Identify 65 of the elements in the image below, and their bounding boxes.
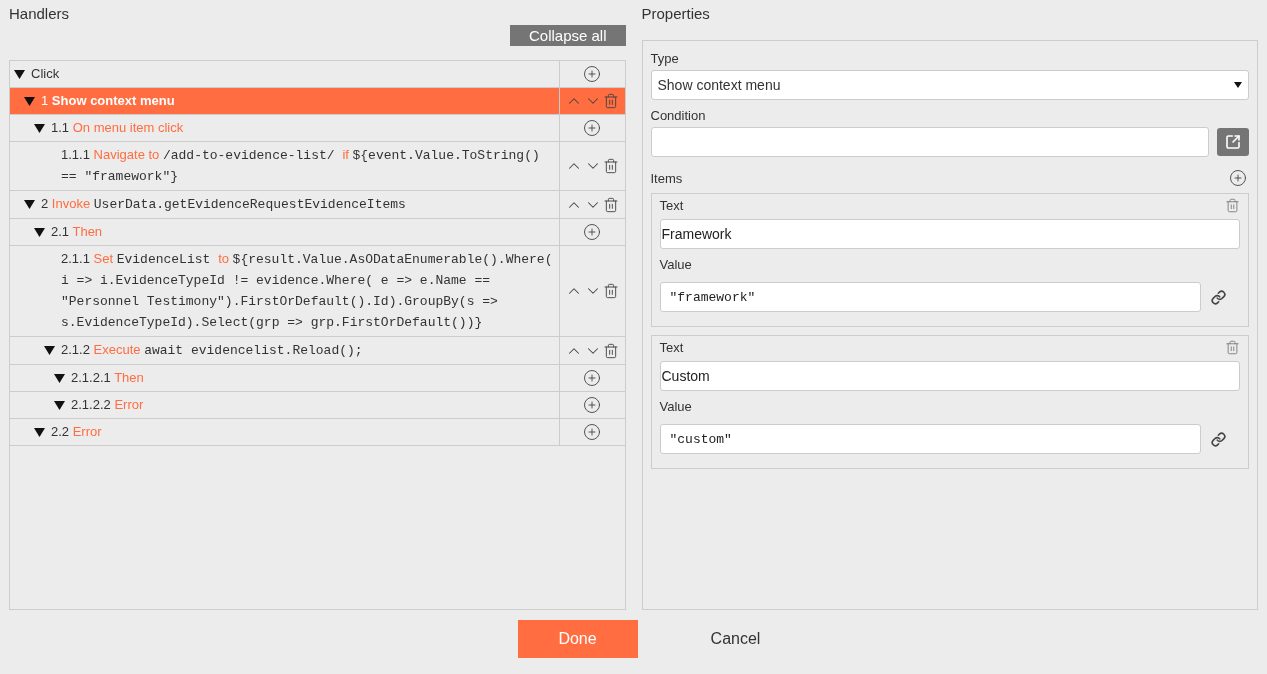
handler-text: 2.1.2 Execute await evidencelist.Reload(); [61,341,364,360]
link-icon[interactable] [1211,431,1226,447]
type-dropdown[interactable]: Show context menu [650,70,1249,100]
tree-row[interactable] [10,246,625,337]
collapse-all-button[interactable]: Collapse all [509,25,626,46]
expanded-triangle-icon[interactable] [14,70,25,79]
handler-text: 2.1.1 Set EvidenceList to ${result.Value.AsODataEnumerable().Where( i => i.EvidenceTypeId != evidence.Where( e => e.Name == "Personnel Testimony").FirstOrDefault().Id).GroupBy(s => s.EvidenceTypeId).Select(grp => grp.FirstOrDefault())} [61,250,554,332]
field-label: Text [659,198,684,213]
field-label: Value [659,399,693,414]
add-icon[interactable] [583,119,601,137]
add-icon[interactable] [583,223,601,241]
handler-text: 2.1.2.2 Error [71,396,145,414]
field-label: Value [659,257,693,272]
link-icon[interactable] [1211,289,1226,305]
tree-row[interactable]: 1.1.1 Navigate to /add-to-evidence-list/ if ${event.Value.ToString() == "framework"} [10,142,625,191]
delete-icon[interactable] [603,283,619,299]
tree-row[interactable]: 2.1.2 Execute await evidencelist.Reload(); [10,337,625,365]
expanded-triangle-icon[interactable] [24,97,35,106]
delete-icon[interactable] [1225,198,1240,213]
handler-text: Click [31,65,61,83]
text-input[interactable]: Framework [659,219,1240,249]
open-external-icon [1225,134,1241,150]
handler-text: 2.2 Error [51,423,103,441]
delete-icon[interactable] [603,158,619,174]
field-label: Items [650,170,683,186]
handler-text: 2 Invoke UserData.getEvidenceRequestEvidenceItems [41,195,407,214]
delete-icon[interactable] [603,196,619,213]
panel-title: Properties [641,4,711,24]
add-icon[interactable] [583,65,601,83]
delete-icon[interactable] [1225,340,1240,355]
tree-row[interactable]: 2.1.2.1 Then [10,365,625,392]
field-label: Condition [650,108,707,123]
handler-text: 2.1 Then [51,223,104,241]
condition-input[interactable] [650,127,1209,157]
tree-row[interactable]: 2.1.2.2 Error [10,392,625,419]
expanded-triangle-icon[interactable] [54,401,65,410]
value-input[interactable]: "framework" [659,282,1201,312]
tree-row[interactable]: 1.1 On menu item click [10,115,625,142]
tree-row[interactable]: 2.1 Then [10,219,625,246]
expanded-triangle-icon[interactable] [34,124,45,133]
expanded-triangle-icon[interactable] [24,200,35,209]
caret-icon [1234,82,1242,88]
handler-text: 1.1.1 Navigate to /add-to-evidence-list/ if ${event.Value.ToString() == "framework"} [61,146,541,186]
add-icon[interactable] [1229,169,1247,187]
delete-icon[interactable] [603,93,619,109]
field-label: Text [659,340,684,355]
delete-icon[interactable] [603,342,619,359]
field-label: Type [650,51,680,66]
expanded-triangle-icon[interactable] [44,346,55,355]
handler-text: 1 Show context menu [41,92,176,110]
handler-text: 2.1.2.1 Then [71,369,145,387]
cancel-button[interactable]: Cancel [675,620,796,658]
expanded-triangle-icon[interactable] [34,428,45,437]
add-icon[interactable] [583,396,601,414]
value-input[interactable]: "custom" [659,424,1201,454]
tree-row[interactable]: 2.2 Error [10,419,625,446]
tree-row[interactable]: 2 Invoke UserData.getEvidenceRequestEvidenceItems [10,191,625,219]
add-icon[interactable] [583,369,601,387]
add-icon[interactable] [583,423,601,441]
handler-text: 1.1 On menu item click [51,119,185,137]
expanded-triangle-icon[interactable] [54,374,65,383]
panel-title: Handlers [9,4,71,24]
expanded-triangle-icon[interactable] [34,228,45,237]
text-input[interactable]: Custom [659,361,1240,391]
open-external-button[interactable] [1217,128,1249,156]
